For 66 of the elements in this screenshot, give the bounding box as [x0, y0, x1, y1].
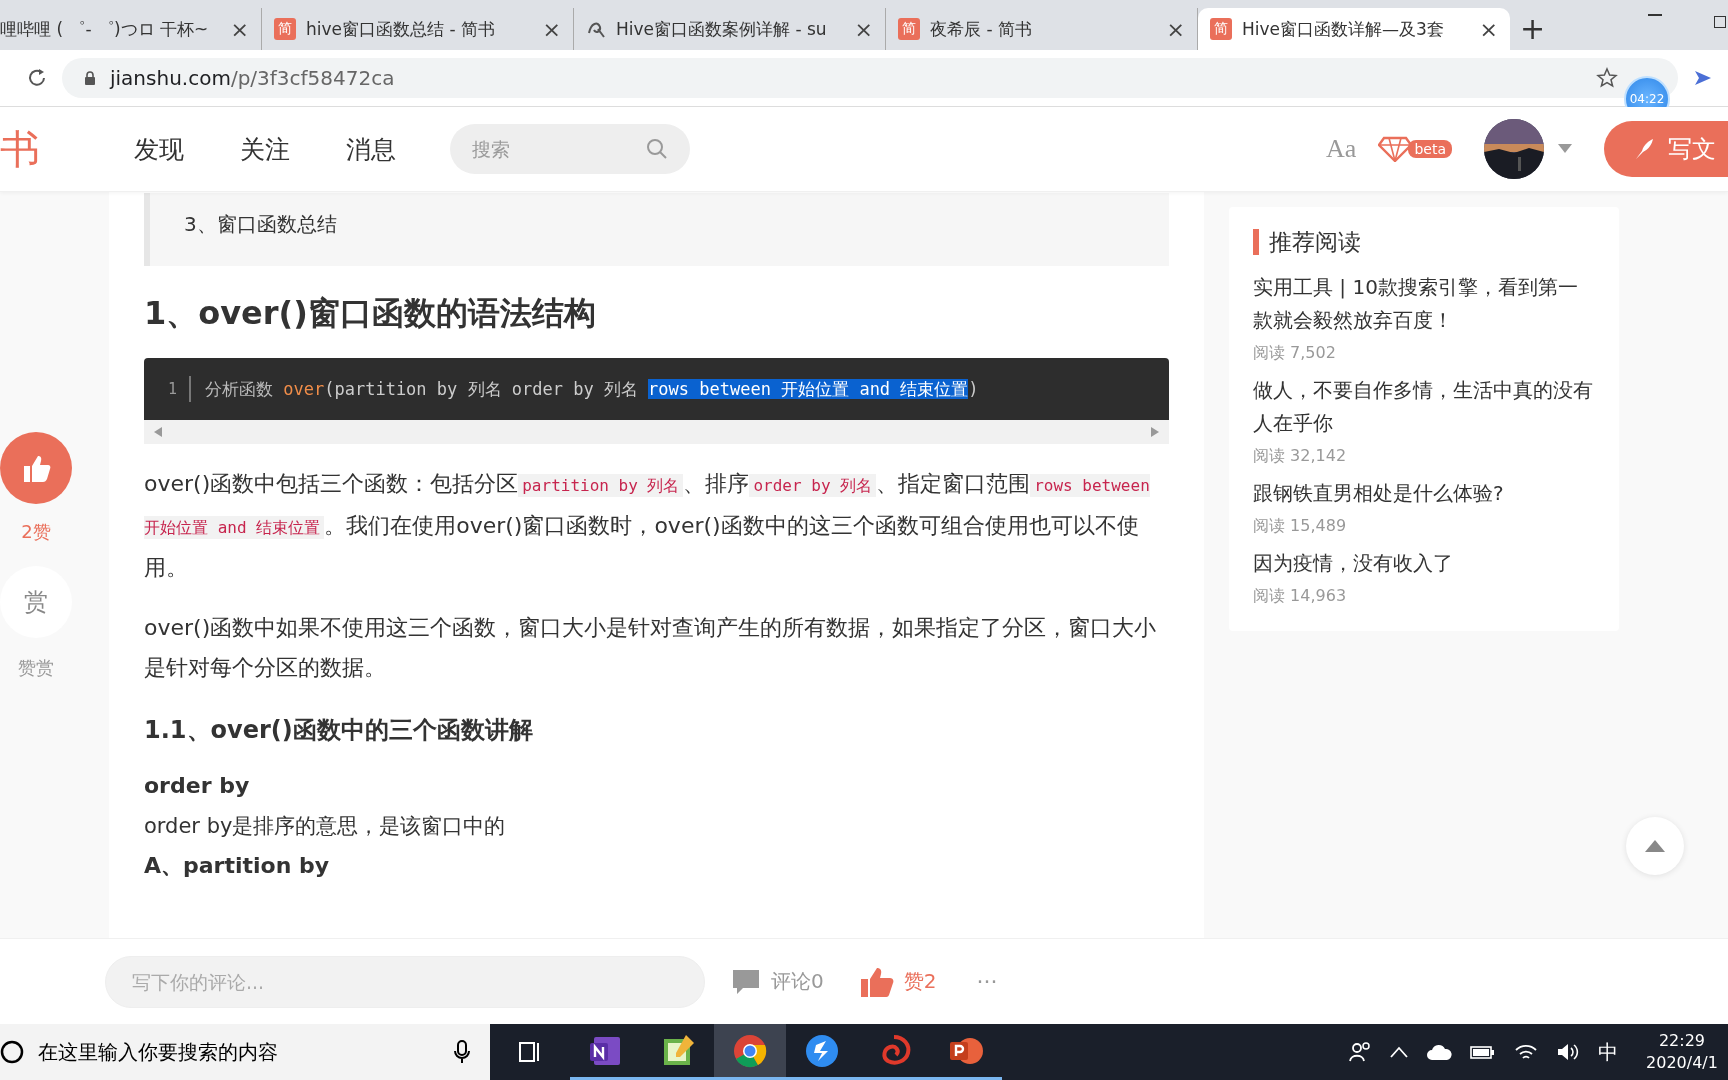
paragraph: order by是排序的意思，是该窗口中的	[144, 813, 507, 840]
close-icon[interactable]: ×	[542, 16, 561, 42]
subsection-heading: 1.1、over()函数中的三个函数讲解	[144, 715, 534, 746]
article-link[interactable]: 实用工具 | 10款搜索引擎，看到第一款就会毅然放弃百度！	[1253, 271, 1595, 337]
site-icon: 简	[1210, 18, 1232, 40]
cloud-icon[interactable]	[1426, 1043, 1452, 1061]
reward-label: 赞赏	[18, 656, 54, 680]
like-button[interactable]	[0, 432, 72, 504]
comment-field[interactable]: 写下你的评论...	[105, 955, 705, 1008]
reload-icon[interactable]	[26, 67, 48, 89]
scroll-left-icon	[154, 427, 162, 437]
site-icon: 简	[274, 18, 296, 40]
nav-link[interactable]: 发现	[134, 132, 184, 166]
battery-icon[interactable]	[1470, 1043, 1496, 1061]
paragraph: over()函数中如果不使用这三个函数，窗口大小是针对查询产生的所有数据，如果指定了分区，窗口大小是针对每个分区的数据。	[144, 614, 1158, 682]
new-tab-button[interactable]: +	[1520, 11, 1546, 46]
read-count: 阅读 32,142	[1253, 446, 1348, 467]
search-icon	[0, 1040, 24, 1064]
lock-icon	[84, 71, 96, 85]
microphone-icon	[454, 1040, 470, 1064]
code-line: 分析函数 over(partition by 列名 order by 列名 rows between 开始位置 and 结束位置)	[205, 377, 979, 401]
up-arrow-icon	[1645, 840, 1665, 852]
read-count: 阅读 7,502	[1253, 343, 1337, 364]
read-count: 阅读 15,489	[1253, 516, 1348, 537]
task-view-icon[interactable]	[518, 1040, 542, 1064]
bold-heading: A、partition by	[144, 852, 331, 880]
back-to-top-button[interactable]	[1626, 817, 1684, 875]
close-icon[interactable]: ×	[1479, 16, 1498, 42]
like-count: 2赞	[21, 520, 51, 544]
reward-button[interactable]: 赏	[0, 566, 72, 638]
input-method-indicator[interactable]: 中	[1598, 1038, 1618, 1066]
chevron-up-icon[interactable]	[1390, 1046, 1408, 1058]
diamond-icon[interactable]	[1378, 136, 1413, 162]
article-link[interactable]: 做人，不要自作多情，生活中真的没有人在乎你	[1253, 374, 1595, 440]
taskbar-search-field[interactable]: 在这里输入你要搜索的内容	[0, 1024, 490, 1080]
close-icon[interactable]: ×	[854, 16, 873, 42]
people-icon[interactable]	[1348, 1040, 1372, 1064]
close-icon[interactable]: ×	[230, 16, 249, 42]
close-icon[interactable]: ×	[1166, 16, 1185, 42]
search-field[interactable]: 搜索	[450, 124, 690, 174]
thumbs-up-icon	[859, 966, 894, 997]
line-number: 1	[168, 376, 192, 402]
comment-icon	[731, 967, 761, 996]
minimize-icon	[1648, 14, 1662, 16]
bold-heading: order by	[144, 772, 251, 800]
avatar[interactable]	[1484, 119, 1544, 179]
nav-link[interactable]: 关注	[240, 132, 290, 166]
caret-icon[interactable]	[1558, 144, 1572, 154]
feather-icon	[1634, 138, 1654, 160]
article-link[interactable]: 跟钢铁直男相处是什么体验?	[1253, 477, 1595, 510]
nav-link[interactable]: 消息	[346, 132, 396, 166]
scroll-right-icon	[1151, 427, 1159, 437]
horizontal-scrollbar[interactable]	[144, 420, 1169, 444]
volume-icon[interactable]	[1556, 1042, 1580, 1062]
section-heading: 1、over()窗口函数的语法结构	[144, 293, 597, 334]
site-icon: 简	[898, 18, 920, 40]
beta-badge: beta	[1408, 140, 1452, 158]
chrome-icon	[732, 1032, 768, 1069]
maximize-icon	[1712, 14, 1728, 30]
browser-tab[interactable]: 简 Hive窗口函数详解—及3套 ×	[1198, 8, 1510, 50]
toc-link[interactable]: 3、窗口函数总结	[184, 212, 337, 236]
star-icon[interactable]	[1596, 67, 1618, 89]
read-count: 阅读 14,963	[1253, 586, 1348, 607]
clock[interactable]: 22:29 2020/4/1	[1636, 1030, 1728, 1074]
section-title: 推荐阅读	[1253, 229, 1595, 255]
article-link[interactable]: 因为疫情，没有收入了	[1253, 547, 1595, 580]
